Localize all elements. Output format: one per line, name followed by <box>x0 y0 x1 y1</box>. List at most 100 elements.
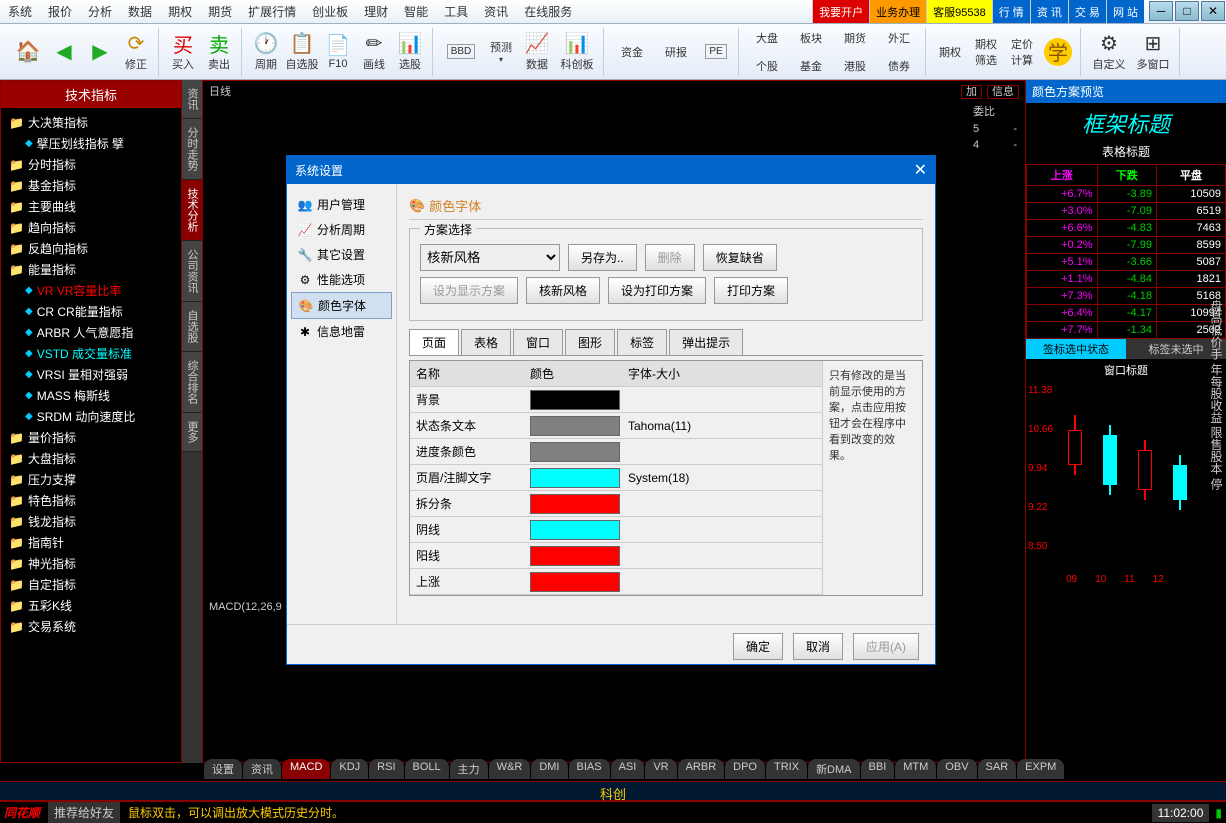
subtab[interactable]: 窗口 <box>513 329 563 355</box>
quotes-button[interactable]: 行 情 <box>992 0 1030 23</box>
fund-button[interactable]: 资金 <box>610 29 654 75</box>
tree-item[interactable]: 📁趋向指标 <box>5 217 177 238</box>
buy-button[interactable]: 买买入 <box>165 29 201 75</box>
tree-item[interactable]: 📁交易系统 <box>5 616 177 637</box>
add-button[interactable]: 加 <box>961 85 982 99</box>
menu-online[interactable]: 在线服务 <box>516 3 580 20</box>
tree-item[interactable]: 📁压力支撑 <box>5 469 177 490</box>
menu-news[interactable]: 资讯 <box>476 3 516 20</box>
bottom-tab[interactable]: 主力 <box>450 759 488 779</box>
tree-item[interactable]: 📁量价指标 <box>5 427 177 448</box>
subtab[interactable]: 标签 <box>617 329 667 355</box>
subtab[interactable]: 图形 <box>565 329 615 355</box>
tree-item[interactable]: ◆SRDM 动向速度比 <box>5 406 177 427</box>
menu-gem[interactable]: 创业板 <box>304 3 356 20</box>
predict-button[interactable]: 预测▾ <box>483 29 519 75</box>
subtab[interactable]: 弹出提示 <box>669 329 743 355</box>
tree-item[interactable]: 📁特色指标 <box>5 490 177 511</box>
learn-button[interactable]: 学 <box>1040 29 1076 75</box>
menu-option[interactable]: 期权 <box>160 3 200 20</box>
sell-button[interactable]: 卖卖出 <box>201 29 237 75</box>
saveas-button[interactable]: 另存为.. <box>568 244 637 271</box>
bottom-tab[interactable]: 设置 <box>204 759 242 779</box>
f10-button[interactable]: 📄F10 <box>320 29 356 75</box>
bottom-tab[interactable]: OBV <box>937 759 976 779</box>
tree-item[interactable]: ◆VRSI 量相对强弱 <box>5 364 177 385</box>
tree-item[interactable]: 📁能量指标 <box>5 259 177 280</box>
bottom-tab[interactable]: RSI <box>369 759 403 779</box>
ok-button[interactable]: 确定 <box>733 633 783 660</box>
tree-item[interactable]: 📁五彩K线 <box>5 595 177 616</box>
delete-button[interactable]: 删除 <box>645 244 695 271</box>
vtab[interactable]: 公司资讯 <box>182 241 202 302</box>
bottom-tab[interactable]: EXPM <box>1017 759 1064 779</box>
report-button[interactable]: 研报 <box>654 29 698 75</box>
bottom-tab[interactable]: TRIX <box>766 759 807 779</box>
tree-item[interactable]: 📁钱龙指标 <box>5 511 177 532</box>
bottom-tab[interactable]: KDJ <box>331 759 368 779</box>
dialog-nav-item[interactable]: 🔧其它设置 <box>291 242 392 267</box>
vtab[interactable]: 资讯 <box>182 80 202 119</box>
scheme-select[interactable]: 核新风格 <box>420 244 560 271</box>
minimize-button[interactable]: ─ <box>1149 1 1173 21</box>
custom-button[interactable]: ⚙自定义 <box>1087 29 1131 75</box>
tree-item[interactable]: 📁主要曲线 <box>5 196 177 217</box>
maximize-button[interactable]: □ <box>1175 1 1199 21</box>
display-scheme-name[interactable]: 核新风格 <box>526 277 600 304</box>
refresh-button[interactable]: ⟳修正 <box>118 29 154 75</box>
subtab[interactable]: 表格 <box>461 329 511 355</box>
color-row[interactable]: 背景 <box>410 387 822 413</box>
multiwindow-button[interactable]: ⊞多窗口 <box>1131 29 1175 75</box>
option-filter-button[interactable]: 期权 筛选 <box>968 29 1004 75</box>
tree-item[interactable]: 📁神光指标 <box>5 553 177 574</box>
color-row[interactable]: 状态条文本Tahoma(11) <box>410 413 822 439</box>
recommend-button[interactable]: 推荐给好友 <box>48 802 120 823</box>
vtab[interactable]: 分时走势 <box>182 119 202 180</box>
bottom-tab[interactable]: W&R <box>489 759 531 779</box>
tree-item[interactable]: 📁自定指标 <box>5 574 177 595</box>
color-row[interactable]: 页眉/注脚文字System(18) <box>410 465 822 491</box>
pricing-button[interactable]: 定价 计算 <box>1004 29 1040 75</box>
cancel-button[interactable]: 取消 <box>793 633 843 660</box>
menu-tools[interactable]: 工具 <box>436 3 476 20</box>
data-button[interactable]: 📈数据 <box>519 29 555 75</box>
tree-item[interactable]: 📁大决策指标 <box>5 112 177 133</box>
news-button[interactable]: 资 讯 <box>1030 0 1068 23</box>
menu-analyze[interactable]: 分析 <box>80 3 120 20</box>
set-print-button[interactable]: 设为打印方案 <box>608 277 706 304</box>
menu-finance[interactable]: 理财 <box>356 3 396 20</box>
apply-button[interactable]: 应用(A) <box>853 633 919 660</box>
print-scheme-name[interactable]: 打印方案 <box>714 277 788 304</box>
website-button[interactable]: 网 站 <box>1106 0 1144 23</box>
tag-selected[interactable]: 签标选中状态 <box>1026 339 1126 359</box>
color-row[interactable]: 阴线 <box>410 517 822 543</box>
bottom-tab[interactable]: MTM <box>895 759 936 779</box>
sector-button[interactable]: 板块基金 <box>789 29 833 75</box>
service-button[interactable]: 客服95538 <box>926 0 992 23</box>
menu-ai[interactable]: 智能 <box>396 3 436 20</box>
bottom-tab[interactable]: DMI <box>531 759 567 779</box>
tree-item[interactable]: ◆VR VR容量比率 <box>5 280 177 301</box>
pe-button[interactable]: PE <box>698 29 734 75</box>
forward-button[interactable]: ▶ <box>82 29 118 75</box>
bottom-tab[interactable]: MACD <box>282 759 330 779</box>
tree-item[interactable]: 📁反趋向指标 <box>5 238 177 259</box>
vtab[interactable]: 更多 <box>182 413 202 452</box>
vtab[interactable]: 综合排名 <box>182 352 202 413</box>
forex-button[interactable]: 外汇债券 <box>877 29 921 75</box>
vtab[interactable]: 技术分析 <box>182 180 202 241</box>
tree-item[interactable]: 📁分时指标 <box>5 154 177 175</box>
indicator-tree[interactable]: 📁大决策指标◆擘压划线指标 擘📁分时指标📁基金指标📁主要曲线📁趋向指标📁反趋向指… <box>1 108 181 758</box>
vtab[interactable]: 自选股 <box>182 302 202 352</box>
dialog-titlebar[interactable]: 系统设置 ✕ <box>287 156 935 184</box>
tree-item[interactable]: ◆ARBR 人气意愿指 <box>5 322 177 343</box>
dialog-nav-item[interactable]: ⚙性能选项 <box>291 267 392 292</box>
close-button[interactable]: ✕ <box>1201 1 1225 21</box>
bottom-tab[interactable]: VR <box>645 759 676 779</box>
back-button[interactable]: ◀ <box>46 29 82 75</box>
menu-data[interactable]: 数据 <box>120 3 160 20</box>
bottom-tab[interactable]: 新DMA <box>808 759 859 779</box>
draw-button[interactable]: ✏画线 <box>356 29 392 75</box>
bottom-tab[interactable]: 资讯 <box>243 759 281 779</box>
bottom-tab[interactable]: BBI <box>861 759 895 779</box>
